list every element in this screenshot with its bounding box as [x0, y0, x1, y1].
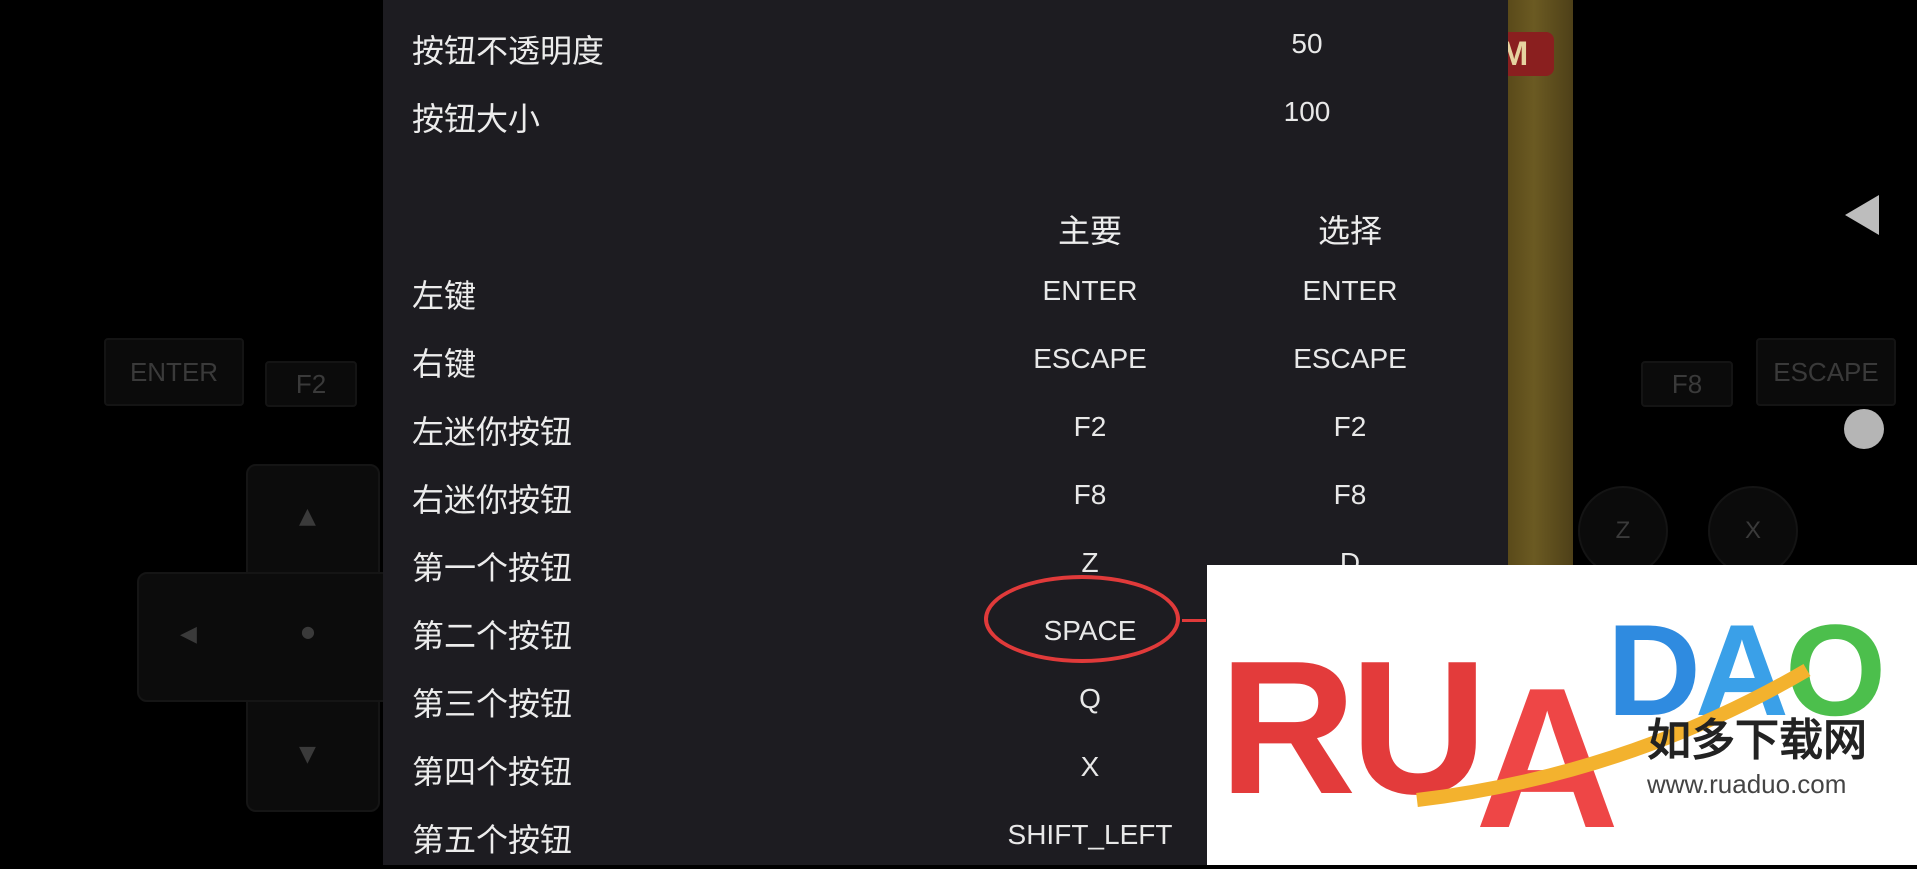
- mapping-primary[interactable]: X: [1081, 751, 1100, 783]
- mapping-label: 第二个按钮: [412, 617, 573, 655]
- watermark-url: www.ruaduo.com: [1646, 769, 1846, 799]
- primary-column-header: 主要: [1057, 212, 1123, 250]
- mapping-primary[interactable]: ESCAPE: [1033, 343, 1147, 375]
- mapping-primary[interactable]: Q: [1079, 683, 1101, 715]
- back-triangle-icon[interactable]: [1845, 195, 1879, 235]
- space-highlight-ring: [984, 575, 1180, 663]
- z-control[interactable]: Z: [1578, 486, 1668, 576]
- mapping-primary[interactable]: ENTER: [1043, 275, 1138, 307]
- mapping-primary[interactable]: F2: [1074, 411, 1107, 443]
- size-label: 按钮大小: [412, 100, 541, 138]
- mapping-label: 右键: [412, 345, 477, 383]
- mapping-primary[interactable]: SHIFT_LEFT: [1008, 819, 1173, 851]
- mapping-label: 右迷你按钮: [412, 481, 573, 519]
- menu-dot-icon[interactable]: [1844, 409, 1884, 449]
- mapping-label: 第四个按钮: [412, 753, 573, 791]
- mapping-secondary[interactable]: ENTER: [1303, 275, 1398, 307]
- highlight-pointer: [1182, 619, 1206, 622]
- dpad-down-icon[interactable]: ▼: [299, 744, 316, 766]
- opacity-value[interactable]: 50: [1291, 28, 1322, 60]
- escape-control[interactable]: ESCAPE: [1756, 338, 1896, 406]
- dpad-center-dot-icon: ●: [301, 622, 315, 641]
- mapping-label: 第五个按钮: [412, 821, 573, 859]
- f2-control[interactable]: F2: [265, 361, 357, 407]
- dpad-up-icon[interactable]: ▲: [299, 506, 316, 528]
- mapping-label: 第一个按钮: [412, 549, 573, 587]
- opacity-label: 按钮不透明度: [412, 32, 605, 70]
- mapping-label: 左键: [412, 277, 477, 315]
- mapping-secondary[interactable]: F8: [1334, 479, 1367, 511]
- watermark-cn-name: 如多下载网: [1647, 715, 1867, 766]
- size-value[interactable]: 100: [1284, 96, 1331, 128]
- mapping-primary[interactable]: F8: [1074, 479, 1107, 511]
- mapping-label: 左迷你按钮: [412, 413, 573, 451]
- game-background-strip: [1508, 0, 1573, 565]
- dpad-left-icon[interactable]: ◀: [180, 624, 197, 646]
- mapping-secondary[interactable]: F2: [1334, 411, 1367, 443]
- f8-control[interactable]: F8: [1641, 361, 1733, 407]
- watermark-overlay: RU A D A O 如多下载网 www.ruaduo.com: [1207, 565, 1917, 869]
- enter-control[interactable]: ENTER: [104, 338, 244, 406]
- mapping-label: 第三个按钮: [412, 685, 573, 723]
- ruaduo-logo: RU A D A O 如多下载网 www.ruaduo.com: [1219, 597, 1886, 869]
- x-control[interactable]: X: [1708, 486, 1798, 576]
- secondary-column-header: 选择: [1317, 212, 1383, 250]
- mapping-secondary[interactable]: ESCAPE: [1293, 343, 1407, 375]
